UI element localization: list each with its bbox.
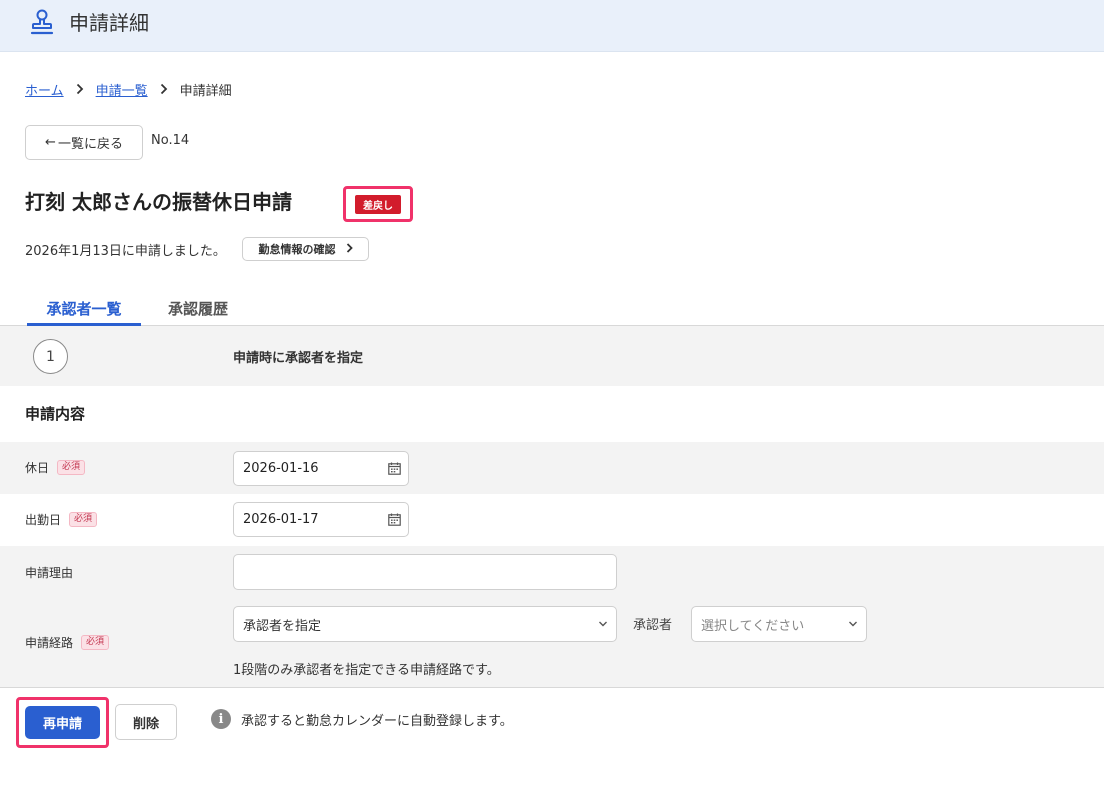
chevron-down-icon bbox=[849, 621, 857, 627]
info-icon: i bbox=[211, 709, 231, 729]
tab-approver-list[interactable]: 承認者一覧 bbox=[27, 298, 141, 326]
chevron-down-icon bbox=[599, 621, 607, 627]
route-label-group: 申請経路 必須 bbox=[25, 634, 110, 651]
tab-bar: 承認者一覧 承認履歴 bbox=[0, 290, 1104, 326]
reason-label: 申請理由 bbox=[25, 566, 74, 580]
status-highlight: 差戻し bbox=[343, 186, 413, 222]
reason-input[interactable] bbox=[233, 554, 617, 590]
workday-date-value: 2026-01-17 bbox=[243, 512, 319, 527]
chevron-right-icon bbox=[156, 83, 172, 95]
footer-note: 承認すると勤怠カレンダーに自動登録します。 bbox=[241, 714, 513, 729]
page-title: 打刻 太郎さんの振替休日申請 bbox=[25, 190, 292, 214]
breadcrumb-list-link[interactable]: 申請一覧 bbox=[96, 80, 148, 99]
route-note: 1段階のみ承認者を指定できる申請経路です。 bbox=[233, 663, 500, 678]
holiday-date-input[interactable]: 2026-01-16 bbox=[233, 451, 409, 486]
holiday-label-group: 休日 必須 bbox=[25, 459, 86, 476]
resubmit-highlight: 再申請 bbox=[16, 697, 109, 748]
calendar-icon[interactable] bbox=[388, 513, 401, 526]
route-select-value: 承認者を指定 bbox=[243, 618, 322, 634]
page-header: 申請詳細 bbox=[0, 0, 1104, 52]
attendance-info-label: 勤怠情報の確認 bbox=[258, 243, 336, 256]
request-number: No.14 bbox=[151, 133, 190, 148]
required-badge: 必須 bbox=[57, 460, 86, 475]
approver-step-row: 1 申請時に承認者を指定 bbox=[0, 326, 1104, 386]
breadcrumb-current: 申請詳細 bbox=[179, 83, 232, 99]
breadcrumb: ホーム 申請一覧 申請詳細 bbox=[25, 80, 232, 99]
status-badge: 差戻し bbox=[354, 193, 402, 215]
section-title: 申請内容 bbox=[25, 405, 86, 423]
workday-date-input[interactable]: 2026-01-17 bbox=[233, 502, 409, 537]
approver-select-placeholder: 選択してください bbox=[701, 618, 805, 634]
back-button-label: 一覧に戻る bbox=[57, 137, 123, 152]
workday-label-group: 出勤日 必須 bbox=[25, 511, 98, 528]
workday-row: 出勤日 必須 2026-01-17 bbox=[0, 494, 1104, 546]
chevron-right-icon bbox=[346, 242, 353, 256]
header-title: 申請詳細 bbox=[69, 11, 149, 35]
arrow-left-icon: ← bbox=[45, 135, 56, 150]
holiday-label: 休日 bbox=[25, 461, 50, 475]
required-badge: 必須 bbox=[81, 635, 110, 650]
stamp-icon bbox=[30, 9, 54, 35]
holiday-date-value: 2026-01-16 bbox=[243, 461, 319, 476]
reason-label-group: 申請理由 bbox=[25, 564, 73, 581]
calendar-icon[interactable] bbox=[388, 462, 401, 475]
resubmit-button[interactable]: 再申請 bbox=[25, 706, 100, 739]
applied-date-text: 2026年1月13日に申請しました。 bbox=[25, 244, 226, 259]
route-select[interactable]: 承認者を指定 bbox=[233, 606, 617, 642]
tab-approval-history[interactable]: 承認履歴 bbox=[168, 298, 228, 326]
breadcrumb-home-link[interactable]: ホーム bbox=[25, 80, 64, 99]
footer-divider bbox=[0, 687, 1104, 688]
route-label: 申請経路 bbox=[25, 636, 74, 650]
chevron-right-icon bbox=[72, 83, 88, 95]
reason-row: 申請理由 bbox=[0, 546, 1104, 598]
approver-select[interactable]: 選択してください bbox=[691, 606, 867, 642]
approver-step-text: 申請時に承認者を指定 bbox=[233, 351, 364, 366]
attendance-info-button[interactable]: 勤怠情報の確認 bbox=[242, 237, 369, 261]
back-to-list-button[interactable]: ← 一覧に戻る bbox=[25, 125, 143, 160]
delete-button[interactable]: 削除 bbox=[115, 704, 177, 740]
route-row: 申請経路 必須 承認者を指定 承認者 選択してください 1段階のみ承認者を指定で… bbox=[0, 598, 1104, 687]
workday-label: 出勤日 bbox=[25, 513, 62, 527]
approver-select-label: 承認者 bbox=[633, 618, 673, 633]
required-badge: 必須 bbox=[69, 512, 98, 527]
holiday-row: 休日 必須 2026-01-16 bbox=[0, 442, 1104, 494]
step-number: 1 bbox=[33, 339, 68, 374]
